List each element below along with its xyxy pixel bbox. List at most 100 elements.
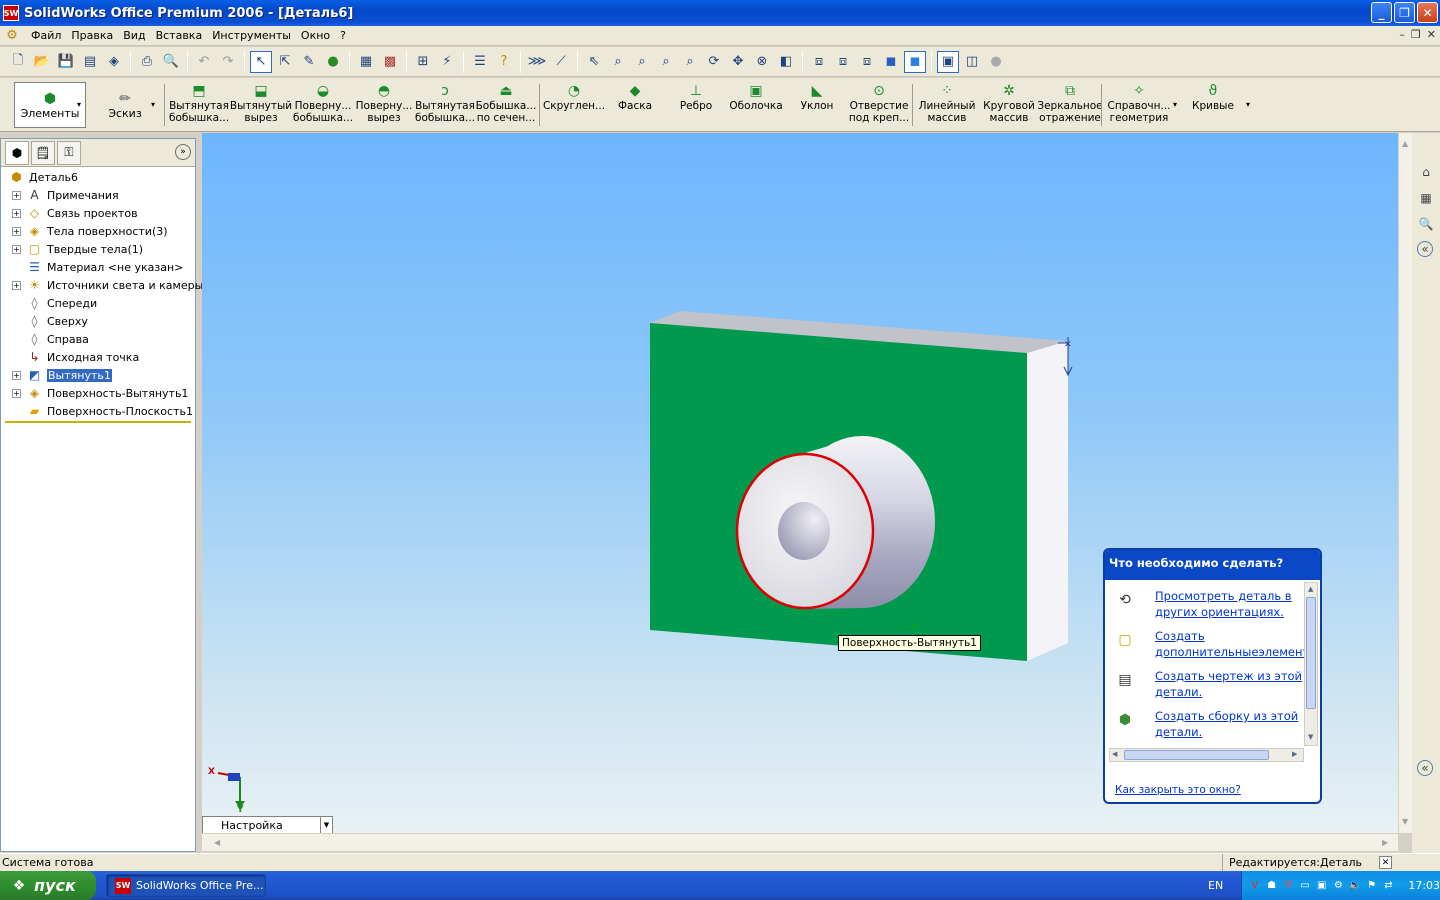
cmd-button-extruded-cut[interactable]: ⬓ Вытянутый вырез <box>230 82 292 130</box>
popup-task-item[interactable]: ▤ Создать чертеж из этой детали. <box>1109 664 1308 700</box>
popup-task-item[interactable]: ▢ Создать дополнительныеэлементы <box>1109 624 1308 660</box>
select-icon[interactable]: ↖ <box>250 50 272 73</box>
tree-item[interactable]: ☰ Материал <не указан> <box>1 258 195 276</box>
evaluate-icon[interactable]: ⚡ <box>436 51 458 73</box>
help-icon[interactable]: ? <box>493 51 515 73</box>
tree-item[interactable]: ◊ Спереди <box>1 294 195 312</box>
view-orientation-icon[interactable]: ◧ <box>775 51 797 73</box>
measure-icon[interactable]: ⊞ <box>412 51 434 73</box>
scroll-left-icon[interactable]: ◀ <box>214 838 220 847</box>
minimize-button[interactable]: _ <box>1371 2 1392 23</box>
vertical-scrollbar[interactable]: ▲ ▼ <box>1398 133 1412 833</box>
language-indicator[interactable]: EN <box>1208 879 1223 892</box>
pan-icon[interactable]: ✥ <box>727 51 749 73</box>
sketch-dropdown-icon[interactable]: ▾ <box>151 100 155 109</box>
tree-item[interactable]: + ◈ Поверхность-Вытянуть1 <box>1 384 195 402</box>
open-icon[interactable]: 📂 <box>31 51 53 73</box>
zoom-selection-icon[interactable]: ⌕ <box>679 51 701 73</box>
flag-icon[interactable]: ⚑ <box>1365 879 1379 893</box>
tree-item[interactable]: + ▢ Твердые тела(1) <box>1 240 195 258</box>
network-icon[interactable]: ☗ <box>1265 879 1279 893</box>
appearance-icon[interactable]: ▩ <box>379 51 401 73</box>
tree-root[interactable]: ⬢ Деталь6 <box>1 168 195 186</box>
popup-horizontal-scrollbar[interactable]: ◀ ▶ <box>1109 748 1304 762</box>
make-drawing-icon[interactable]: ▤ <box>79 51 101 73</box>
volume-icon[interactable]: 🔈 <box>1348 879 1362 893</box>
cmd-button-revolved-boss[interactable]: ◒ Поверну... бобышка... <box>292 82 354 130</box>
expand-icon[interactable]: + <box>12 280 21 290</box>
select-other-icon[interactable]: ⇱ <box>274 51 296 73</box>
sketch-tools-icon[interactable]: ⋙ <box>526 51 548 73</box>
tab-feature-tree[interactable]: ⬢ <box>5 140 29 165</box>
hidden-lines-removed-icon[interactable]: ⧈ <box>856 51 878 73</box>
connection-icon[interactable]: ⇄ <box>1382 879 1396 893</box>
rebuild-icon[interactable]: ● <box>322 51 344 73</box>
grid-options-icon[interactable]: ▦ <box>355 51 377 73</box>
smart-dimension-icon[interactable]: ⟋ <box>550 51 572 73</box>
roll-view-icon[interactable]: ⊗ <box>751 51 773 73</box>
menu-tools[interactable]: Инструменты <box>207 29 296 42</box>
cmd-button-circular-pattern[interactable]: ✲ Круговой массив <box>978 82 1040 130</box>
doc-restore-button[interactable]: ❐ <box>1411 28 1421 41</box>
popup-task-item[interactable]: ⬢ Создать сборку из этой детали. <box>1109 704 1308 740</box>
cmd-button-revolved-cut[interactable]: ◓ Поверну... вырез <box>353 82 415 130</box>
cmd-button-linear-pattern[interactable]: ⁘ Линейный массив <box>916 82 978 130</box>
popup-task-link[interactable]: Просмотреть деталь в других ориентациях. <box>1155 588 1305 620</box>
hidden-lines-visible-icon[interactable]: ⧈ <box>832 51 854 73</box>
cmd-button-mirror[interactable]: ⧉ Зеркальное отражение <box>1037 82 1102 130</box>
cmd-button-extruded-boss[interactable]: ⬒ Вытянутая бобышка... <box>168 82 230 130</box>
expand-icon[interactable]: + <box>12 388 21 398</box>
shadows-icon[interactable]: ▣ <box>937 50 959 73</box>
menu-file[interactable]: Файл <box>26 29 66 42</box>
menu-window[interactable]: Окно <box>296 29 335 42</box>
display-icon[interactable]: ▭ <box>1298 879 1312 893</box>
cmd-button-hole-wizard[interactable]: ⊙ Отверстие под креп... <box>848 82 910 130</box>
design-library-icon[interactable]: ▦ <box>1417 189 1435 207</box>
sketch-icon[interactable]: ✎ <box>298 51 320 73</box>
popup-task-link[interactable]: Создать дополнительныеэлементы <box>1155 628 1305 660</box>
home-icon[interactable]: ⌂ <box>1417 163 1435 181</box>
features-dropdown-icon[interactable]: ▾ <box>77 100 81 109</box>
tree-item[interactable]: + ◇ Связь проектов <box>1 204 195 222</box>
popup-task-link[interactable]: Создать чертеж из этой детали. <box>1155 668 1305 700</box>
tray-app-icon[interactable]: ▣ <box>1315 879 1329 893</box>
cmd-button-chamfer[interactable]: ◆ Фаска <box>604 82 666 130</box>
start-button[interactable]: ❖ пуск <box>0 871 96 900</box>
realview-icon[interactable]: ● <box>985 51 1007 73</box>
shaded-with-edges-icon[interactable]: ◼ <box>880 51 902 73</box>
zoom-fit-icon[interactable]: ⌕ <box>607 51 629 73</box>
shield-icon[interactable]: ⛨ <box>1281 879 1295 893</box>
undo-icon[interactable]: ↶ <box>193 51 215 73</box>
solidworks-menu-icon[interactable]: ⚙ <box>4 28 20 44</box>
rotate-view-icon[interactable]: ⟳ <box>703 51 725 73</box>
doc-close-button[interactable]: ✕ <box>1427 28 1436 41</box>
tree-item[interactable]: + ◈ Тела поверхности(3) <box>1 222 195 240</box>
new-document-icon[interactable]: 🗋 <box>7 51 29 73</box>
cmd-button-swept-boss[interactable]: ↄ Вытянутая бобышка... <box>414 82 476 130</box>
zoom-area-icon[interactable]: ⌕ <box>631 51 653 73</box>
print-icon[interactable]: ⎙ <box>136 51 158 73</box>
configuration-dropdown-icon[interactable]: ▼ <box>320 817 332 833</box>
configuration-tab[interactable]: Настройка ▼ <box>202 816 333 834</box>
zoom-inout-icon[interactable]: ⌕ <box>655 51 677 73</box>
close-button[interactable]: ✕ <box>1417 2 1438 23</box>
menu-view[interactable]: Вид <box>118 29 150 42</box>
redo-icon[interactable]: ↷ <box>217 51 239 73</box>
wireframe-icon[interactable]: ⧈ <box>808 51 830 73</box>
taskbar-solidworks-button[interactable]: SW SolidWorks Office Pre... <box>106 874 266 897</box>
expand-task-pane-bottom-icon[interactable]: « <box>1417 760 1433 776</box>
tab-features[interactable]: ⬢ Элементы <box>14 82 86 128</box>
restore-button[interactable]: ❐ <box>1394 2 1415 23</box>
cmd-button-curves[interactable]: ϑ Кривые <box>1182 82 1244 130</box>
tree-item[interactable]: ◊ Справа <box>1 330 195 348</box>
tree-item[interactable]: + ☀ Источники света и камеры <box>1 276 203 294</box>
menu-insert[interactable]: Вставка <box>151 29 208 42</box>
tree-item[interactable]: + A Примечания <box>1 186 195 204</box>
expand-task-pane-icon[interactable]: « <box>1417 241 1433 257</box>
status-close-icon[interactable]: ✕ <box>1379 856 1392 869</box>
menu-help[interactable]: ? <box>335 29 351 42</box>
print-preview-icon[interactable]: 🔍 <box>160 51 182 73</box>
title-bar[interactable]: SW SolidWorks Office Premium 2006 - [Дет… <box>0 0 1440 26</box>
doc-minimize-button[interactable]: – <box>1399 28 1405 41</box>
expand-icon[interactable]: + <box>12 208 21 218</box>
